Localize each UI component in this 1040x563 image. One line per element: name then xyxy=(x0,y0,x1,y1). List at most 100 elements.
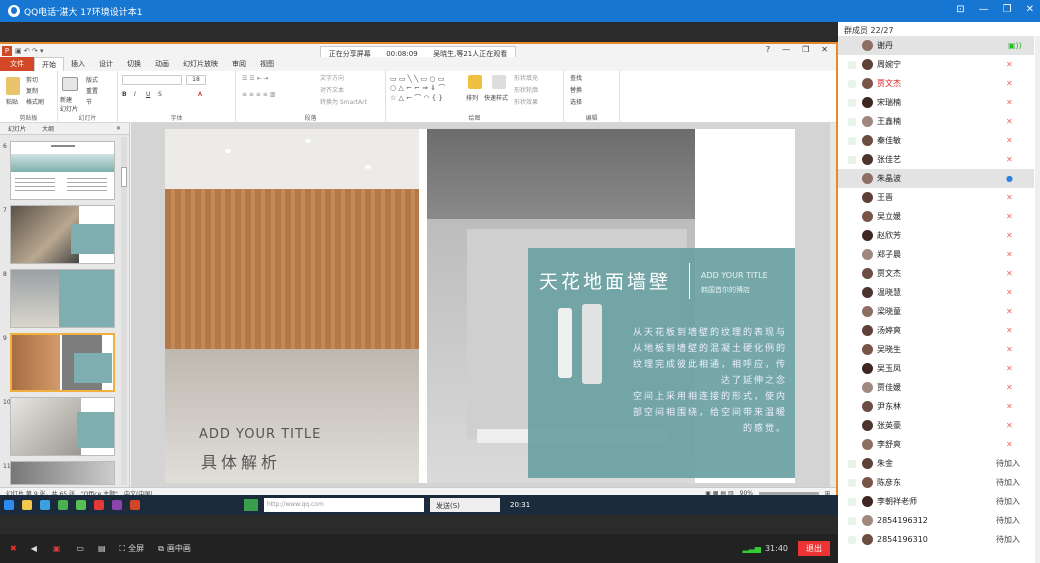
chat-icon[interactable] xyxy=(244,499,258,511)
member-row[interactable]: 张佳艺 ✕ xyxy=(838,150,1034,169)
record-icon[interactable]: ▤ xyxy=(98,544,106,553)
member-row[interactable]: 谢丹 ▣)) xyxy=(838,36,1034,55)
mic-muted-icon[interactable]: ✕ xyxy=(1006,212,1014,221)
member-row[interactable]: 2854196312 待加入 xyxy=(838,511,1034,530)
speaking-icon[interactable]: ▣)) xyxy=(1008,41,1022,50)
member-row[interactable]: 吴玉凤 ✕ xyxy=(838,359,1034,378)
shape-outline-button[interactable]: 形状轮廓 xyxy=(514,85,538,94)
font-name-field[interactable] xyxy=(122,75,182,85)
explorer-icon[interactable] xyxy=(22,500,32,510)
start-icon[interactable] xyxy=(4,500,14,510)
text-direction-button[interactable]: 文字方向 xyxy=(320,73,344,82)
mic-muted-icon[interactable]: ✕ xyxy=(1006,364,1014,373)
tab-home[interactable]: 开始 xyxy=(34,57,64,71)
new-slide-icon[interactable] xyxy=(62,77,78,91)
mic-on-icon[interactable]: ● xyxy=(1006,174,1014,183)
quick-style-button[interactable]: 快速样式 xyxy=(484,93,508,102)
bold-button[interactable]: B xyxy=(122,91,127,98)
align-buttons[interactable]: ≡ ≡ ≡ ≡ ▥ xyxy=(242,91,275,98)
member-row[interactable]: 吴立媛 ✕ xyxy=(838,207,1034,226)
mic-muted-icon[interactable]: ✕ xyxy=(1006,307,1014,316)
ribbon-restore-icon[interactable]: ❐ xyxy=(802,45,809,54)
mic-muted-icon[interactable]: ✕ xyxy=(1006,440,1014,449)
tab-insert[interactable]: 插入 xyxy=(64,57,92,71)
fullscreen-button[interactable]: 全屏 xyxy=(128,543,144,554)
copy-button[interactable]: 复制 xyxy=(26,86,38,95)
underline-button[interactable]: U xyxy=(146,91,150,98)
slide-thumbnail[interactable] xyxy=(10,269,115,328)
wechat-icon[interactable] xyxy=(76,500,86,510)
cut-button[interactable]: 剪切 xyxy=(26,75,38,84)
mic-muted-icon[interactable]: ✕ xyxy=(1006,288,1014,297)
close-icon[interactable]: ✕ xyxy=(1026,4,1034,15)
tab-view[interactable]: 视图 xyxy=(253,57,281,71)
powerpoint-task-icon[interactable] xyxy=(130,500,140,510)
align-text-button[interactable]: 对齐文本 xyxy=(320,85,344,94)
mic-muted-icon[interactable]: ✕ xyxy=(1006,326,1014,335)
tab-slideshow[interactable]: 幻灯片放映 xyxy=(176,57,225,71)
shapes-gallery[interactable]: ▭ ▭ ╲ ╲ ▭ ○ ▭ ○ △ ⌐ ⌐ ⇒ ⇓ ⌒ ☆ △ ⌐ ⌒ ◠ { } xyxy=(390,75,445,103)
shadow-button[interactable]: S xyxy=(158,91,162,98)
member-row[interactable]: 陈彦东 待加入 xyxy=(838,473,1034,492)
tab-file[interactable]: 文件 xyxy=(0,57,34,71)
member-row[interactable]: 尹东林 ✕ xyxy=(838,397,1034,416)
paste-icon[interactable] xyxy=(6,77,20,95)
slide-thumbnail[interactable] xyxy=(10,141,115,200)
send-button[interactable]: 发送(S) xyxy=(430,498,500,512)
smartart-button[interactable]: 转换为 SmartArt xyxy=(320,97,367,106)
app-icon[interactable] xyxy=(58,500,68,510)
shape-fill-button[interactable]: 形状填充 xyxy=(514,73,538,82)
tab-design[interactable]: 设计 xyxy=(92,57,120,71)
layout-button[interactable]: 版式 xyxy=(86,75,98,84)
member-row[interactable]: 王晋 ✕ xyxy=(838,188,1034,207)
mic-muted-icon[interactable]: ✕ xyxy=(1006,383,1014,392)
close-pane-icon[interactable]: ✕ xyxy=(108,125,129,132)
mic-muted-icon[interactable]: ✕ xyxy=(1006,60,1014,69)
app-icon[interactable] xyxy=(94,500,104,510)
mic-muted-icon[interactable]: ✕ xyxy=(1006,231,1014,240)
shape-effect-button[interactable]: 形状效果 xyxy=(514,97,538,106)
member-row[interactable]: 梁晓童 ✕ xyxy=(838,302,1034,321)
arrange-icon[interactable] xyxy=(468,75,482,89)
tab-slides[interactable]: 幻灯片 xyxy=(0,124,34,133)
thumbnail-scrollbar[interactable] xyxy=(121,137,127,485)
editor-scrollbar[interactable] xyxy=(830,123,836,487)
mic-muted-icon[interactable]: ✕ xyxy=(1006,269,1014,278)
member-row[interactable]: 贾文杰 ✕ xyxy=(838,264,1034,283)
list-buttons[interactable]: ☰ ☰ ⇤ ⇥ xyxy=(242,75,269,82)
find-button[interactable]: 查找 xyxy=(570,73,582,82)
mic-muted-icon[interactable]: ✕ xyxy=(1006,193,1014,202)
pin-icon[interactable]: ⊡ xyxy=(956,4,964,15)
screen-share-icon[interactable]: ▭ xyxy=(76,544,84,553)
quick-access-icon[interactable]: ▣ ↶ ↷ ▾ xyxy=(15,47,44,55)
fullscreen-icon[interactable]: ⛶ xyxy=(120,544,126,554)
member-row[interactable]: 秦佳敏 ✕ xyxy=(838,131,1034,150)
mic-muted-icon[interactable]: ✕ xyxy=(1006,345,1014,354)
app-icon[interactable] xyxy=(112,500,122,510)
member-row[interactable]: 贾佳媛 ✕ xyxy=(838,378,1034,397)
slide-thumbnail[interactable] xyxy=(10,461,115,485)
mic-muted-icon[interactable]: ✕ xyxy=(1006,421,1014,430)
help-icon[interactable]: ? xyxy=(766,45,770,54)
edge-icon[interactable] xyxy=(40,500,50,510)
member-row[interactable]: 张英豪 ✕ xyxy=(838,416,1034,435)
chat-input[interactable]: http://www.qq.com xyxy=(264,498,424,512)
slide-thumbnail[interactable] xyxy=(10,205,115,264)
member-row[interactable]: 赵欣芳 ✕ xyxy=(838,226,1034,245)
member-row[interactable]: 宋瑞楠 ✕ xyxy=(838,93,1034,112)
member-row[interactable]: 王鑫楠 ✕ xyxy=(838,112,1034,131)
minimize-icon[interactable]: — xyxy=(979,4,989,15)
mic-muted-icon[interactable]: ✕ xyxy=(1006,402,1014,411)
ribbon-close-icon[interactable]: ✕ xyxy=(821,45,828,54)
new-slide-button[interactable]: 新建 幻灯片 xyxy=(60,95,84,113)
member-row[interactable]: 2854196310 待加入 xyxy=(838,530,1034,549)
member-row[interactable]: 郑子晨 ✕ xyxy=(838,245,1034,264)
reset-button[interactable]: 重置 xyxy=(86,86,98,95)
font-color-button[interactable]: A xyxy=(198,91,202,98)
member-row[interactable]: 吴晓生 ✕ xyxy=(838,340,1034,359)
member-row[interactable]: 温晓慧 ✕ xyxy=(838,283,1034,302)
member-row[interactable]: 汤婷爽 ✕ xyxy=(838,321,1034,340)
paste-button[interactable]: 粘贴 xyxy=(6,97,18,106)
member-scrollbar[interactable] xyxy=(1035,36,1040,563)
select-button[interactable]: 选择 xyxy=(570,97,582,106)
